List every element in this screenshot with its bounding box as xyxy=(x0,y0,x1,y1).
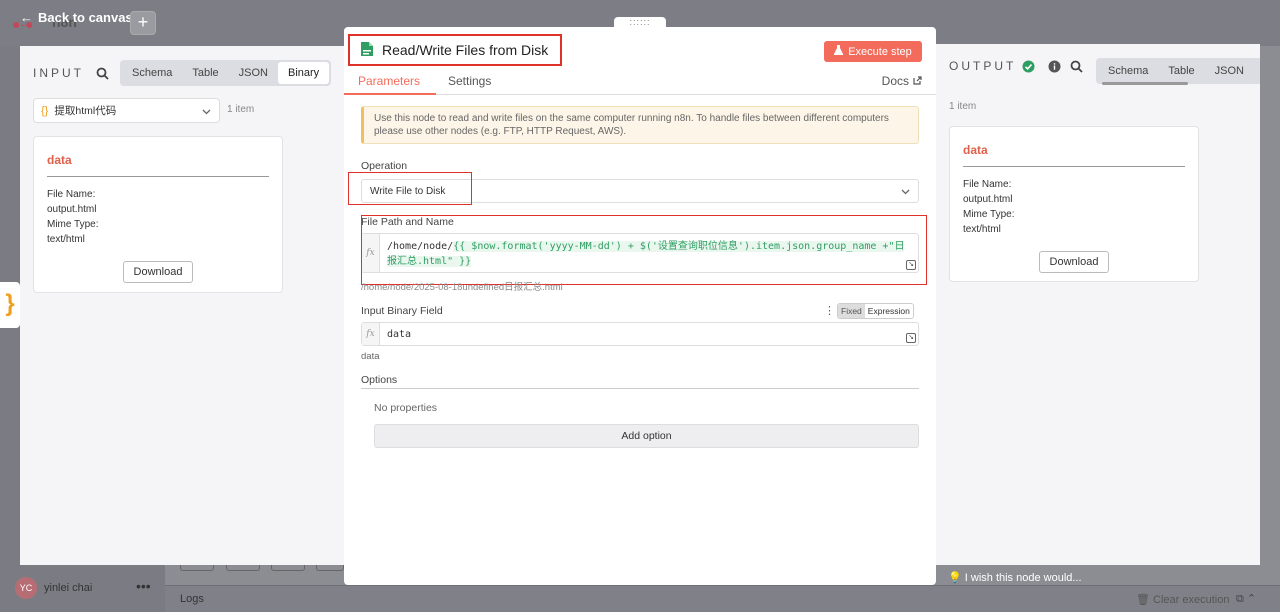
modal-tabs: Parameters Settings Docs xyxy=(344,69,936,95)
tab-binary[interactable]: Binary xyxy=(278,62,330,84)
tab-table[interactable]: Table xyxy=(182,62,228,84)
input-item-count: 1 item xyxy=(227,104,255,115)
tab-table[interactable]: Table xyxy=(1158,60,1204,82)
tab-json[interactable]: JSON xyxy=(229,62,278,84)
info-notice: Use this node to read and write files on… xyxy=(361,106,919,144)
logs-label[interactable]: Logs xyxy=(180,593,204,605)
logs-bar xyxy=(165,585,1280,612)
input-panel-title: INPUT xyxy=(33,66,84,80)
divider xyxy=(963,166,1185,167)
output-panel-header: OUTPUT xyxy=(949,58,1084,74)
mode-toggle: Fixed Expression xyxy=(837,303,914,319)
output-panel-title: OUTPUT xyxy=(949,59,1017,73)
fx-icon: fx xyxy=(362,323,380,345)
input-node-select[interactable]: {} 提取html代码 xyxy=(33,98,220,123)
binary-field-hint: data xyxy=(361,351,380,362)
search-icon[interactable] xyxy=(1068,58,1084,74)
mime-type-label: Mime Type: xyxy=(47,219,99,230)
file-name-value: output.html xyxy=(963,194,1013,205)
mode-fixed[interactable]: Fixed xyxy=(838,304,865,318)
binary-field-value: data xyxy=(387,329,412,340)
chevron-down-icon xyxy=(901,187,910,199)
execute-step-label: Execute step xyxy=(848,45,912,58)
arrow-left-icon: ← xyxy=(20,10,33,25)
lightbulb-icon: 💡 xyxy=(948,572,962,584)
tab-parameters[interactable]: Parameters xyxy=(358,74,420,88)
check-circle-icon xyxy=(1020,58,1036,74)
feedback-link[interactable]: 💡 I wish this node would... xyxy=(948,571,1082,584)
mime-type-value: text/html xyxy=(963,224,1001,235)
file-name-label: File Name: xyxy=(47,189,96,200)
copy-icon[interactable]: ⧉ xyxy=(1236,593,1244,605)
input-view-tabs: Schema Table JSON Binary xyxy=(120,60,332,86)
external-link-icon xyxy=(913,74,922,88)
output-item-count: 1 item xyxy=(949,101,977,112)
tab-schema[interactable]: Schema xyxy=(1098,60,1158,82)
add-node-button[interactable]: + xyxy=(130,11,156,35)
kebab-icon[interactable]: ⋮ xyxy=(824,304,835,317)
binary-card: data File Name: output.html Mime Type: t… xyxy=(33,136,283,293)
logs-actions: ⧉ ⌃ xyxy=(1236,592,1256,606)
highlight-file-path xyxy=(361,215,927,285)
divider xyxy=(47,176,269,177)
braces-icon: {} xyxy=(41,104,49,117)
tab-schema[interactable]: Schema xyxy=(122,62,182,84)
back-to-canvas-label: Back to canvas xyxy=(38,10,133,25)
node-title-box: Read/Write Files from Disk xyxy=(348,34,562,66)
file-name-label: File Name: xyxy=(963,179,1012,190)
mime-type-label: Mime Type: xyxy=(963,209,1015,220)
mode-expression[interactable]: Expression xyxy=(864,304,913,318)
back-to-canvas-button[interactable]: ← Back to canvas xyxy=(20,10,133,25)
user-name: yinlei chai xyxy=(44,582,93,594)
file-icon xyxy=(360,41,374,60)
execute-step-button[interactable]: Execute step xyxy=(824,41,922,62)
active-tab-indicator xyxy=(344,93,436,95)
input-panel-header: INPUT Schema Table JSON Binary xyxy=(33,60,332,86)
mime-type-value: text/html xyxy=(47,234,85,245)
binary-card: data File Name: output.html Mime Type: t… xyxy=(949,126,1199,282)
tab-settings[interactable]: Settings xyxy=(448,74,491,88)
input-panel: INPUT Schema Table JSON Binary {} 提取html… xyxy=(20,46,350,565)
tab-json[interactable]: JSON xyxy=(1205,60,1254,82)
info-icon[interactable] xyxy=(1046,58,1062,74)
node-details-modal: Read/Write Files from Disk Execute step … xyxy=(344,27,936,585)
trash-icon: 🗑 xyxy=(1136,594,1150,606)
feedback-label: I wish this node would... xyxy=(964,572,1082,584)
chevron-up-icon[interactable]: ⌃ xyxy=(1247,593,1256,605)
download-button[interactable]: Download xyxy=(1038,251,1110,273)
download-button[interactable]: Download xyxy=(122,261,194,283)
add-option-button[interactable]: Add option xyxy=(374,424,919,448)
binary-name: data xyxy=(963,143,988,157)
more-icon[interactable]: ••• xyxy=(136,578,151,594)
options-divider xyxy=(361,388,919,389)
node-title[interactable]: Read/Write Files from Disk xyxy=(382,42,548,58)
flask-icon xyxy=(834,45,844,58)
clear-execution-label: Clear execution xyxy=(1153,594,1230,606)
scrollbar[interactable] xyxy=(1102,82,1188,85)
docs-link[interactable]: Docs xyxy=(882,74,922,88)
search-icon[interactable] xyxy=(94,65,110,81)
avatar[interactable]: YC xyxy=(15,577,37,599)
no-properties-text: No properties xyxy=(374,402,438,414)
output-view-tabs: Schema Table JSON xyxy=(1096,58,1260,84)
output-panel: OUTPUT Schema Table JSON 1 item data Fil… xyxy=(932,44,1260,565)
chevron-down-icon xyxy=(202,105,211,119)
binary-field-input[interactable]: fx data ↘ xyxy=(361,322,919,346)
expand-icon[interactable]: ↘ xyxy=(906,333,916,343)
options-label: Options xyxy=(361,374,398,386)
clear-execution-button[interactable]: 🗑 Clear execution xyxy=(1136,593,1229,606)
resolved-file-path: /home/node/2025-08-18undefined日报汇总.html xyxy=(361,282,563,293)
brace-icon: } xyxy=(0,282,20,328)
highlight-operation xyxy=(348,172,472,205)
input-node-value: 提取html代码 xyxy=(54,105,117,117)
file-name-value: output.html xyxy=(47,204,97,215)
docs-label: Docs xyxy=(881,74,909,88)
binary-name: data xyxy=(47,153,72,167)
operation-label: Operation xyxy=(361,160,408,172)
binary-field-label: Input Binary Field xyxy=(361,305,443,317)
